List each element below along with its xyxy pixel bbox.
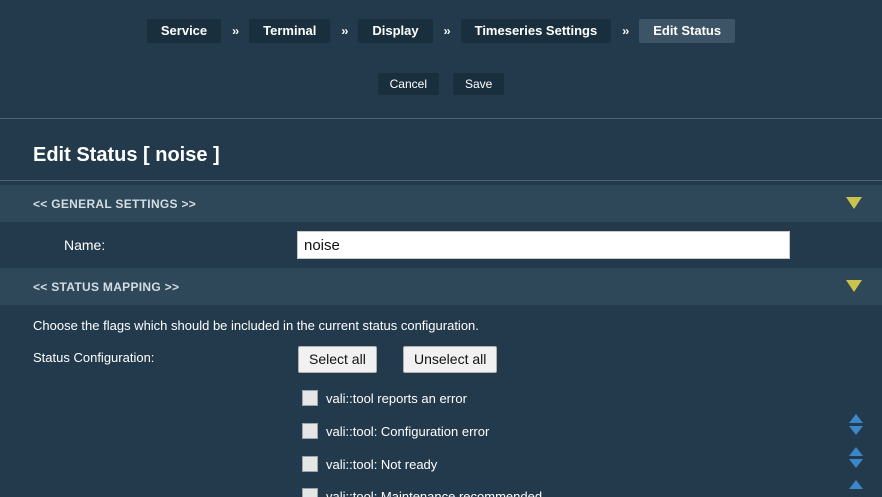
name-input[interactable] [297, 231, 790, 259]
breadcrumb-separator: ›› [622, 24, 629, 38]
breadcrumb-service[interactable]: Service [146, 19, 222, 43]
collapse-triangle-icon[interactable] [846, 197, 862, 209]
flag-row: vali::tool: Not ready [302, 456, 437, 472]
breadcrumb-edit-status: Edit Status [639, 19, 736, 43]
breadcrumb-terminal[interactable]: Terminal [249, 19, 331, 43]
status-mapping-title: << STATUS MAPPING >> [33, 280, 180, 294]
unselect-all-button[interactable]: Unselect all [403, 346, 498, 373]
flag-label: vali::tool: Maintenance recommended [326, 488, 543, 497]
status-mapping-header[interactable]: << STATUS MAPPING >> [0, 268, 882, 305]
flag-row: vali::tool reports an error [302, 390, 467, 406]
breadcrumb-separator: ›› [341, 24, 348, 38]
action-bar: Cancel Save [0, 73, 882, 95]
breadcrumb-separator: ›› [443, 24, 451, 38]
flag-checkbox[interactable] [302, 456, 318, 472]
status-configuration-label: Status Configuration: [33, 350, 155, 365]
move-up-icon[interactable] [849, 480, 863, 489]
save-button[interactable]: Save [453, 73, 505, 95]
select-all-button[interactable]: Select all [298, 346, 377, 373]
divider [0, 180, 882, 181]
reorder-arrows [849, 414, 863, 435]
breadcrumb-separator: ›› [232, 24, 239, 38]
status-mapping-description: Choose the flags which should be include… [33, 318, 479, 333]
breadcrumb-display[interactable]: Display [358, 19, 433, 43]
top-navigation: Service ›› Terminal ›› Display ›› Timese… [0, 0, 882, 118]
flag-row: vali::tool: Maintenance recommended [302, 488, 542, 497]
flag-checkbox[interactable] [302, 423, 318, 439]
flag-label: vali::tool reports an error [326, 390, 467, 406]
flag-checkbox[interactable] [302, 390, 318, 406]
cancel-button[interactable]: Cancel [377, 73, 439, 95]
flag-row: vali::tool: Configuration error [302, 423, 489, 439]
breadcrumb: Service ›› Terminal ›› Display ›› Timese… [0, 19, 882, 43]
page-title: Edit Status [ noise ] [33, 144, 220, 166]
general-settings-title: << GENERAL SETTINGS >> [33, 197, 197, 211]
breadcrumb-timeseries-settings[interactable]: Timeseries Settings [460, 19, 612, 43]
flag-label: vali::tool: Configuration error [326, 423, 490, 439]
flag-checkbox[interactable] [302, 488, 318, 497]
move-up-icon[interactable] [849, 414, 863, 423]
move-down-icon[interactable] [849, 459, 863, 468]
reorder-arrows [849, 447, 863, 468]
reorder-arrows [849, 480, 863, 489]
flag-label: vali::tool: Not ready [326, 456, 438, 472]
general-settings-header[interactable]: << GENERAL SETTINGS >> [0, 185, 882, 222]
name-label: Name: [64, 237, 106, 253]
divider [0, 118, 882, 119]
move-up-icon[interactable] [849, 447, 863, 456]
move-down-icon[interactable] [849, 426, 863, 435]
collapse-triangle-icon[interactable] [846, 280, 862, 292]
